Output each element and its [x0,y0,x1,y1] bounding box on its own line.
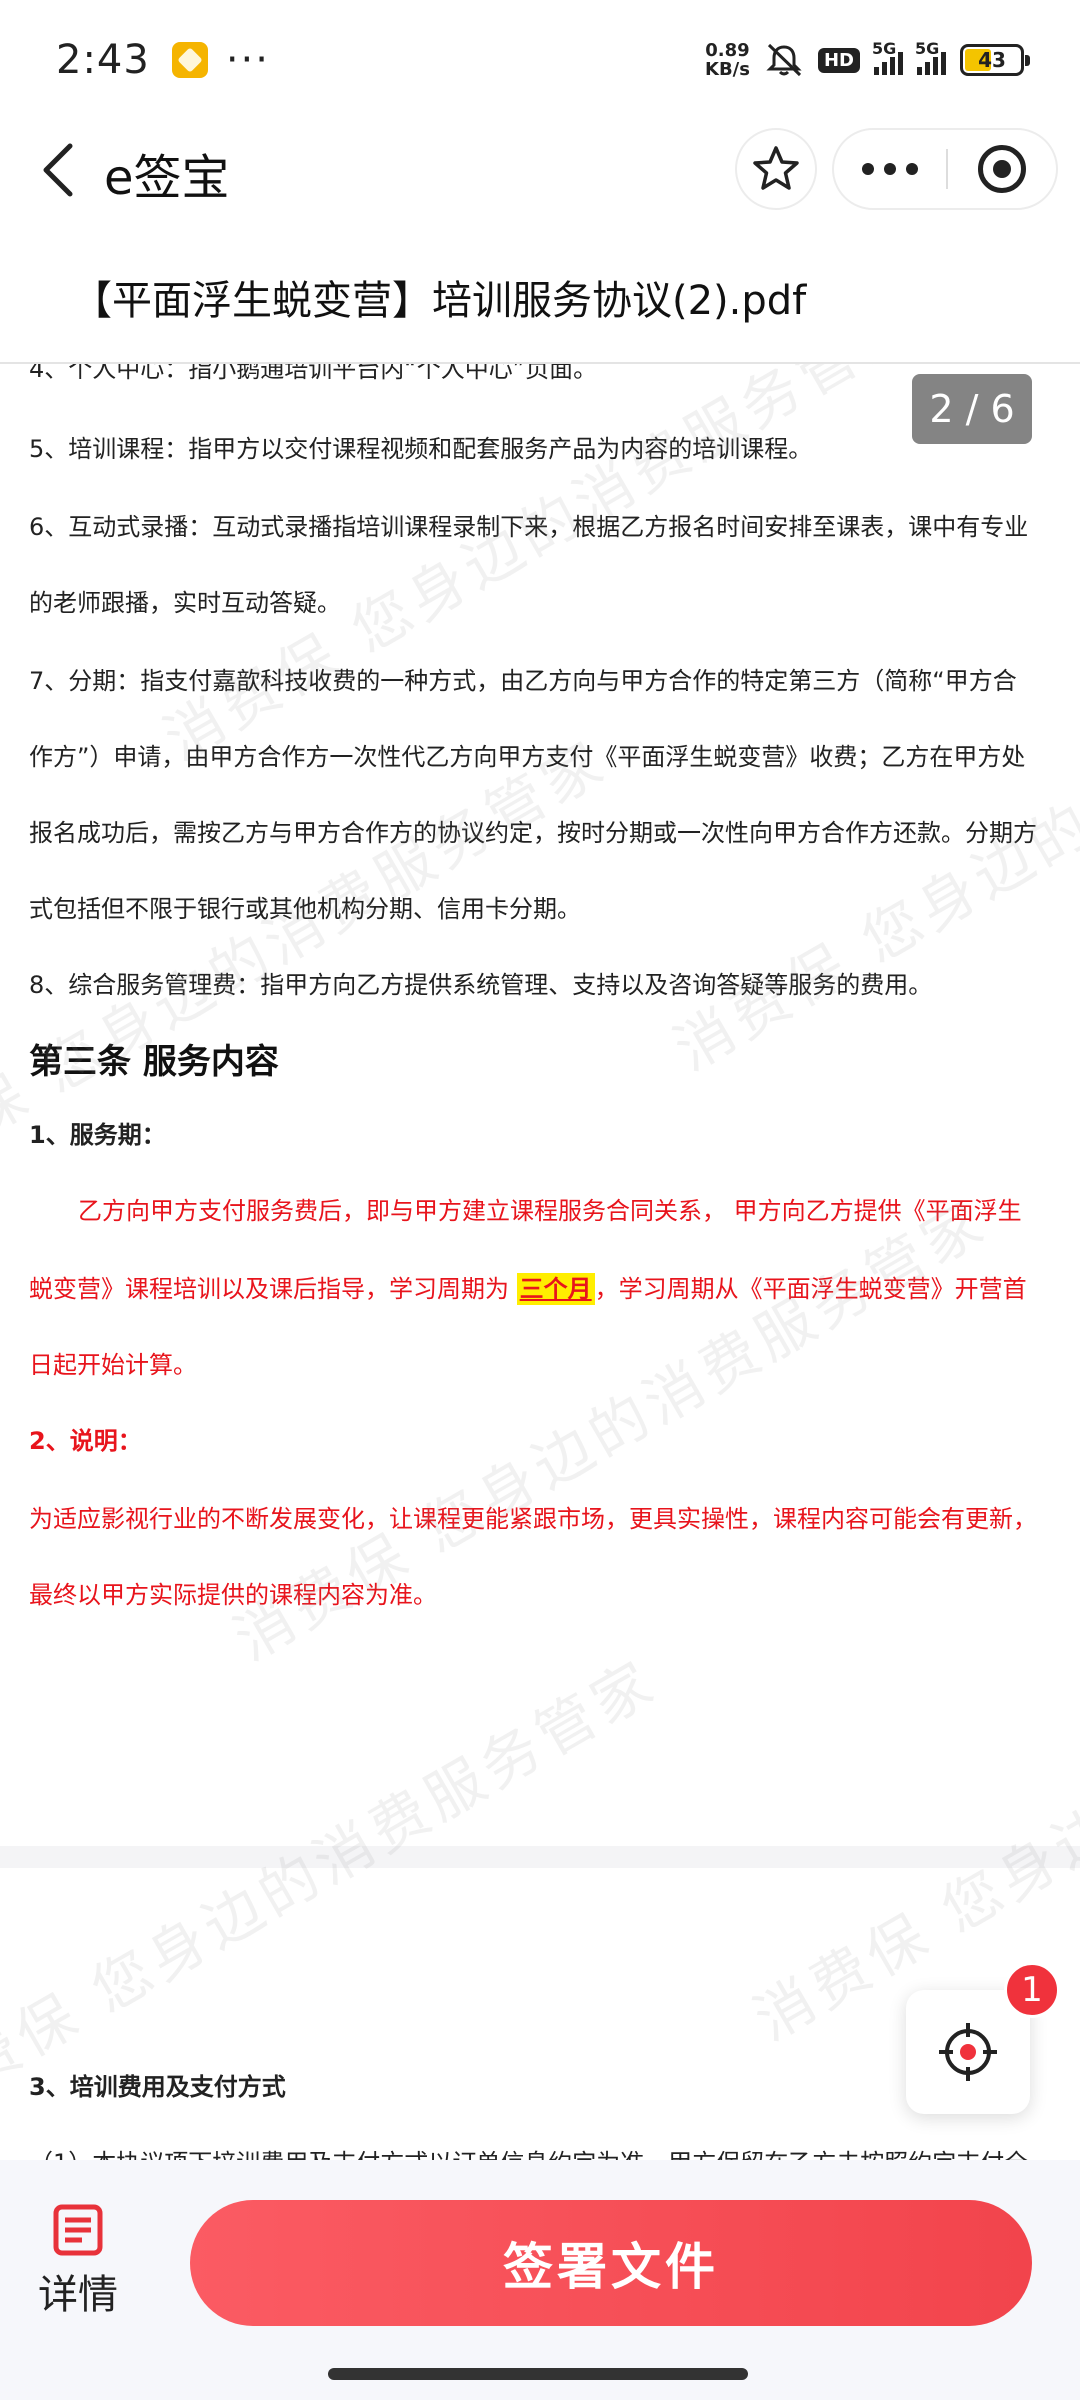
subsection-heading: 1、服务期： [29,1121,166,1149]
doc-line: 7、分期：指支付嘉歆科技收费的一种方式，由乙方向与甲方合作的特定第三方（简称“甲… [29,667,1017,695]
page-separator [0,1846,1080,1868]
app-title: e签宝 [104,150,230,206]
document-title: 【平面浮生蜕变营】培训服务协议(2).pdf [72,278,807,324]
notification-badge: 1 [1004,1962,1060,2018]
doc-line: 作方”）申请，由甲方合作方一次性代乙方向甲方支付《平面浮生蜕变营》收费；乙方在甲… [29,743,1026,771]
doc-line: （1）本协议项下培训费用及支付方式以订单信息约定为准。甲方保留在乙方未按照约定支… [29,2148,1053,2160]
watermark: 消费保 您身边的消费服务管家 [152,364,929,774]
doc-line: 6、互动式录播：互动式录播指培训课程录制下来，根据乙方报名时间安排至课表，课中有… [29,513,1029,541]
target-close-icon [978,145,1026,193]
sign-document-button[interactable]: 签署文件 [190,2200,1032,2326]
details-button[interactable]: 详情 [38,2204,118,2320]
crosshair-icon [939,2023,997,2081]
bottom-action-bar: 详情 签署文件 [0,2160,1080,2400]
status-time: 2:43 [56,37,150,83]
doc-line-red: 最终以甲方实际提供的课程内容为准。 [29,1581,437,1609]
notification-app-icon [171,42,208,78]
mute-icon [766,43,802,77]
doc-line-red: 日起开始计算。 [29,1351,197,1379]
subsection-heading: 2、说明： [29,1427,142,1455]
section-heading: 第三条 服务内容 [29,1042,279,1082]
details-label: 详情 [38,2272,118,2318]
doc-line: 的老师跟播，实时互动答疑。 [29,589,341,617]
chevron-left-icon [43,143,73,197]
mini-program-capsule [832,128,1058,210]
doc-line: 8、综合服务管理费：指甲方向乙方提供系统管理、支持以及咨询答疑等服务的费用。 [29,971,933,999]
doc-line: 4、个人中心：指小鹅通培训平台内“个人中心”页面。 [29,364,598,383]
doc-line-red: 乙方向甲方支付服务费后，即与甲方建立课程服务合同关系， 甲方向乙方提供《平面浮生 [78,1197,1022,1225]
hd-voice-icon: HD [817,47,860,73]
subsection-heading: 3、培训费用及支付方式 [29,2073,286,2101]
more-button[interactable] [834,130,946,208]
page-indicator: 2 / 6 [912,374,1032,444]
document-viewer[interactable]: 4、个人中心：指小鹅通培训平台内“个人中心”页面。 5、培训课程：指甲方以交付课… [0,364,1080,2160]
doc-line-red: 蜕变营》课程培训以及课后指导，学习周期为 三个月 ，学习周期从《平面浮生蜕变营》开… [29,1273,1027,1305]
close-mini-program-button[interactable] [948,130,1056,208]
battery-icon: 43 [960,44,1030,76]
signal-sim1-icon: 5G [872,39,903,75]
network-speed: 0.89 KB/s [705,40,750,80]
more-notifications-indicator: ··· [225,37,270,83]
more-dots-icon [862,163,918,175]
watermark: 消费保 您身边的消费服务管家 [0,1646,669,2134]
status-bar: 2:43 ··· 0.89 KB/s HD 5G 5G 43 [0,0,1080,120]
doc-line-red: 为适应影视行业的不断发展变化，让课程更能紧跟市场，更具实操性，课程内容可能会有更… [29,1505,1037,1533]
star-icon [753,146,799,190]
app-header: e签宝 [0,120,1080,220]
signal-sim2-icon: 5G [915,39,946,75]
doc-line: 报名成功后，需按乙方与甲方合作方的协议约定，按时分期或一次性向甲方合作方还款。分… [29,819,1037,847]
highlighted-term: 三个月 [516,1273,595,1305]
favorite-button[interactable] [735,128,817,210]
home-indicator[interactable] [328,2368,748,2380]
doc-line: 5、培训课程：指甲方以交付课程视频和配套服务产品为内容的培训课程。 [29,435,813,463]
document-list-icon [53,2204,103,2256]
doc-line: 式包括但不限于银行或其他机构分期、信用卡分期。 [29,895,581,923]
back-button[interactable] [28,140,88,200]
